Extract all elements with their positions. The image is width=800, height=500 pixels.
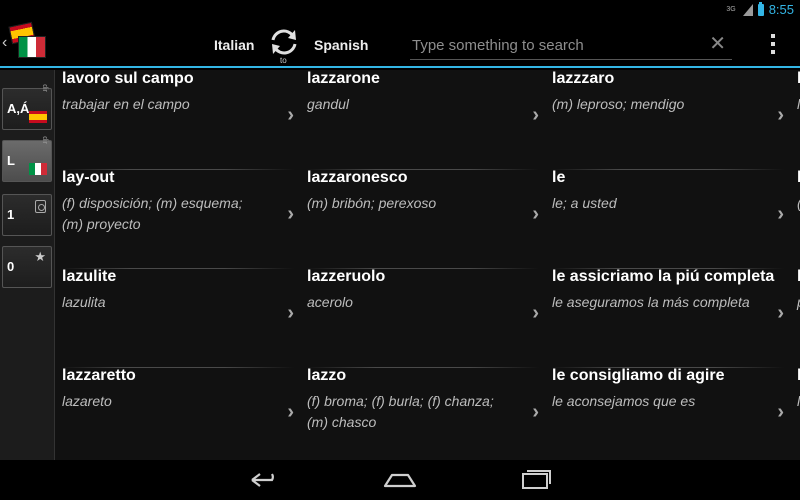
dictionary-entry-grid: lavoro sul campo trabajar en el campo › … — [55, 70, 800, 460]
row-divider — [551, 169, 784, 170]
entry-term: lazzaretto — [62, 367, 136, 384]
favorites-count: 0 — [7, 259, 15, 274]
entry-translation: lazareto — [62, 393, 112, 409]
overflow-menu-icon[interactable] — [766, 34, 780, 54]
entry-card[interactable]: le assicriamo la piú completa le asegura… — [545, 268, 790, 367]
entry-card[interactable]: l l — [790, 70, 800, 169]
chevron-right-icon: › — [777, 302, 784, 324]
app-logo-icon[interactable] — [8, 21, 48, 62]
direction-es-button[interactable]: A,Á dir — [2, 84, 52, 130]
italy-flag-icon — [18, 36, 46, 58]
chevron-right-icon: › — [532, 401, 539, 423]
signal-icon — [742, 3, 753, 16]
chevron-right-icon: › — [532, 302, 539, 324]
entry-translation: (f) disposición; (m) esquema; (m) proyec… — [62, 195, 243, 232]
entry-term: lazzeruolo — [307, 268, 386, 285]
rail-label: L — [7, 153, 15, 168]
source-language[interactable]: Italian — [214, 37, 254, 53]
entry-term: lazzarone — [307, 70, 380, 87]
swap-languages-icon[interactable] — [268, 26, 300, 58]
battery-icon — [757, 1, 764, 16]
entry-translation: (m) leproso; mendigo — [552, 96, 685, 112]
action-bar: ‹ Italian to Spanish ✕ — [0, 20, 800, 68]
entry-term: le consigliamo di agire — [552, 367, 725, 384]
network-type: 3G — [726, 6, 736, 13]
rail-tag: dir — [41, 136, 48, 144]
entry-translation: (f) broma; (f) burla; (f) chanza; (m) ch… — [307, 393, 494, 430]
up-caret-icon[interactable]: ‹ — [2, 34, 7, 52]
chevron-right-icon: › — [777, 104, 784, 126]
direction-it-button[interactable]: L dir — [2, 136, 52, 182]
entry-term: le — [552, 169, 566, 186]
history-count: 1 — [7, 207, 15, 222]
chevron-right-icon: › — [532, 203, 539, 225]
rail-label: A,Á — [7, 101, 30, 116]
chevron-right-icon: › — [287, 401, 294, 423]
chevron-right-icon: › — [287, 104, 294, 126]
entry-card[interactable]: l p — [790, 268, 800, 367]
entry-translation: trabajar en el campo — [62, 96, 190, 112]
entry-card[interactable]: lazzaronesco (m) bribón; perexoso › — [300, 169, 545, 268]
back-icon[interactable] — [248, 468, 282, 492]
entry-translation: (m) bribón; perexoso — [307, 195, 437, 211]
recent-apps-icon[interactable] — [518, 468, 554, 492]
clock: 8:55 — [768, 2, 794, 17]
entry-term: le assicriamo la piú completa — [552, 268, 775, 285]
favorites-button[interactable]: 0 ★ — [2, 246, 52, 288]
entry-card[interactable]: lazzo (f) broma; (f) burla; (f) chanza; … — [300, 367, 545, 460]
entry-term: lazzo — [307, 367, 347, 384]
entry-term: lay-out — [62, 169, 115, 186]
swap-to-label: to — [280, 56, 287, 65]
entry-translation: le aconsejamos que es — [552, 393, 696, 409]
search-box: ✕ — [410, 32, 732, 60]
home-icon[interactable] — [382, 468, 418, 492]
entry-card[interactable]: l ( — [790, 169, 800, 268]
rail-tag: dir — [41, 84, 48, 92]
search-input[interactable] — [412, 34, 702, 56]
chevron-right-icon: › — [287, 302, 294, 324]
chevron-right-icon: › — [287, 203, 294, 225]
entry-card[interactable]: lavoro sul campo trabajar en el campo › — [55, 70, 300, 169]
entry-card[interactable]: lay-out (f) disposición; (m) esquema; (m… — [55, 169, 300, 268]
history-icon — [35, 200, 46, 213]
italy-flag-icon — [29, 163, 47, 175]
entry-translation: le aseguramos la más completa — [552, 294, 750, 310]
system-nav-bar — [0, 460, 800, 500]
entry-card[interactable]: le consigliamo di agire le aconsejamos q… — [545, 367, 790, 460]
entry-card[interactable]: lazzzaro (m) leproso; mendigo › — [545, 70, 790, 169]
entry-term: lavoro sul campo — [62, 70, 194, 87]
entry-translation: le; a usted — [552, 195, 617, 211]
chevron-right-icon: › — [532, 104, 539, 126]
status-bar: 3G 8:55 — [0, 0, 800, 20]
target-language[interactable]: Spanish — [314, 37, 368, 53]
entry-card[interactable]: lazzarone gandul › — [300, 70, 545, 169]
entry-translation: acerolo — [307, 294, 353, 310]
entry-term: lazulite — [62, 268, 117, 285]
entry-card[interactable]: le le; a usted › — [545, 169, 790, 268]
spain-flag-icon — [29, 111, 47, 123]
entry-card[interactable]: lazulite lazulita › — [55, 268, 300, 367]
history-button[interactable]: 1 — [2, 194, 52, 236]
entry-card[interactable]: lazzaretto lazareto › — [55, 367, 300, 460]
chevron-right-icon: › — [777, 401, 784, 423]
star-icon: ★ — [34, 249, 46, 264]
entry-term: lazzaronesco — [307, 169, 408, 186]
clear-search-icon[interactable]: ✕ — [709, 32, 726, 56]
chevron-right-icon: › — [777, 203, 784, 225]
entry-term: lazzzaro — [552, 70, 615, 87]
entry-card[interactable]: l l — [790, 367, 800, 460]
entry-translation: gandul — [307, 96, 350, 112]
entry-translation: lazulita — [62, 294, 106, 310]
left-rail: A,Á dir L dir 1 0 ★ — [0, 70, 55, 460]
entry-card[interactable]: lazzeruolo acerolo › — [300, 268, 545, 367]
